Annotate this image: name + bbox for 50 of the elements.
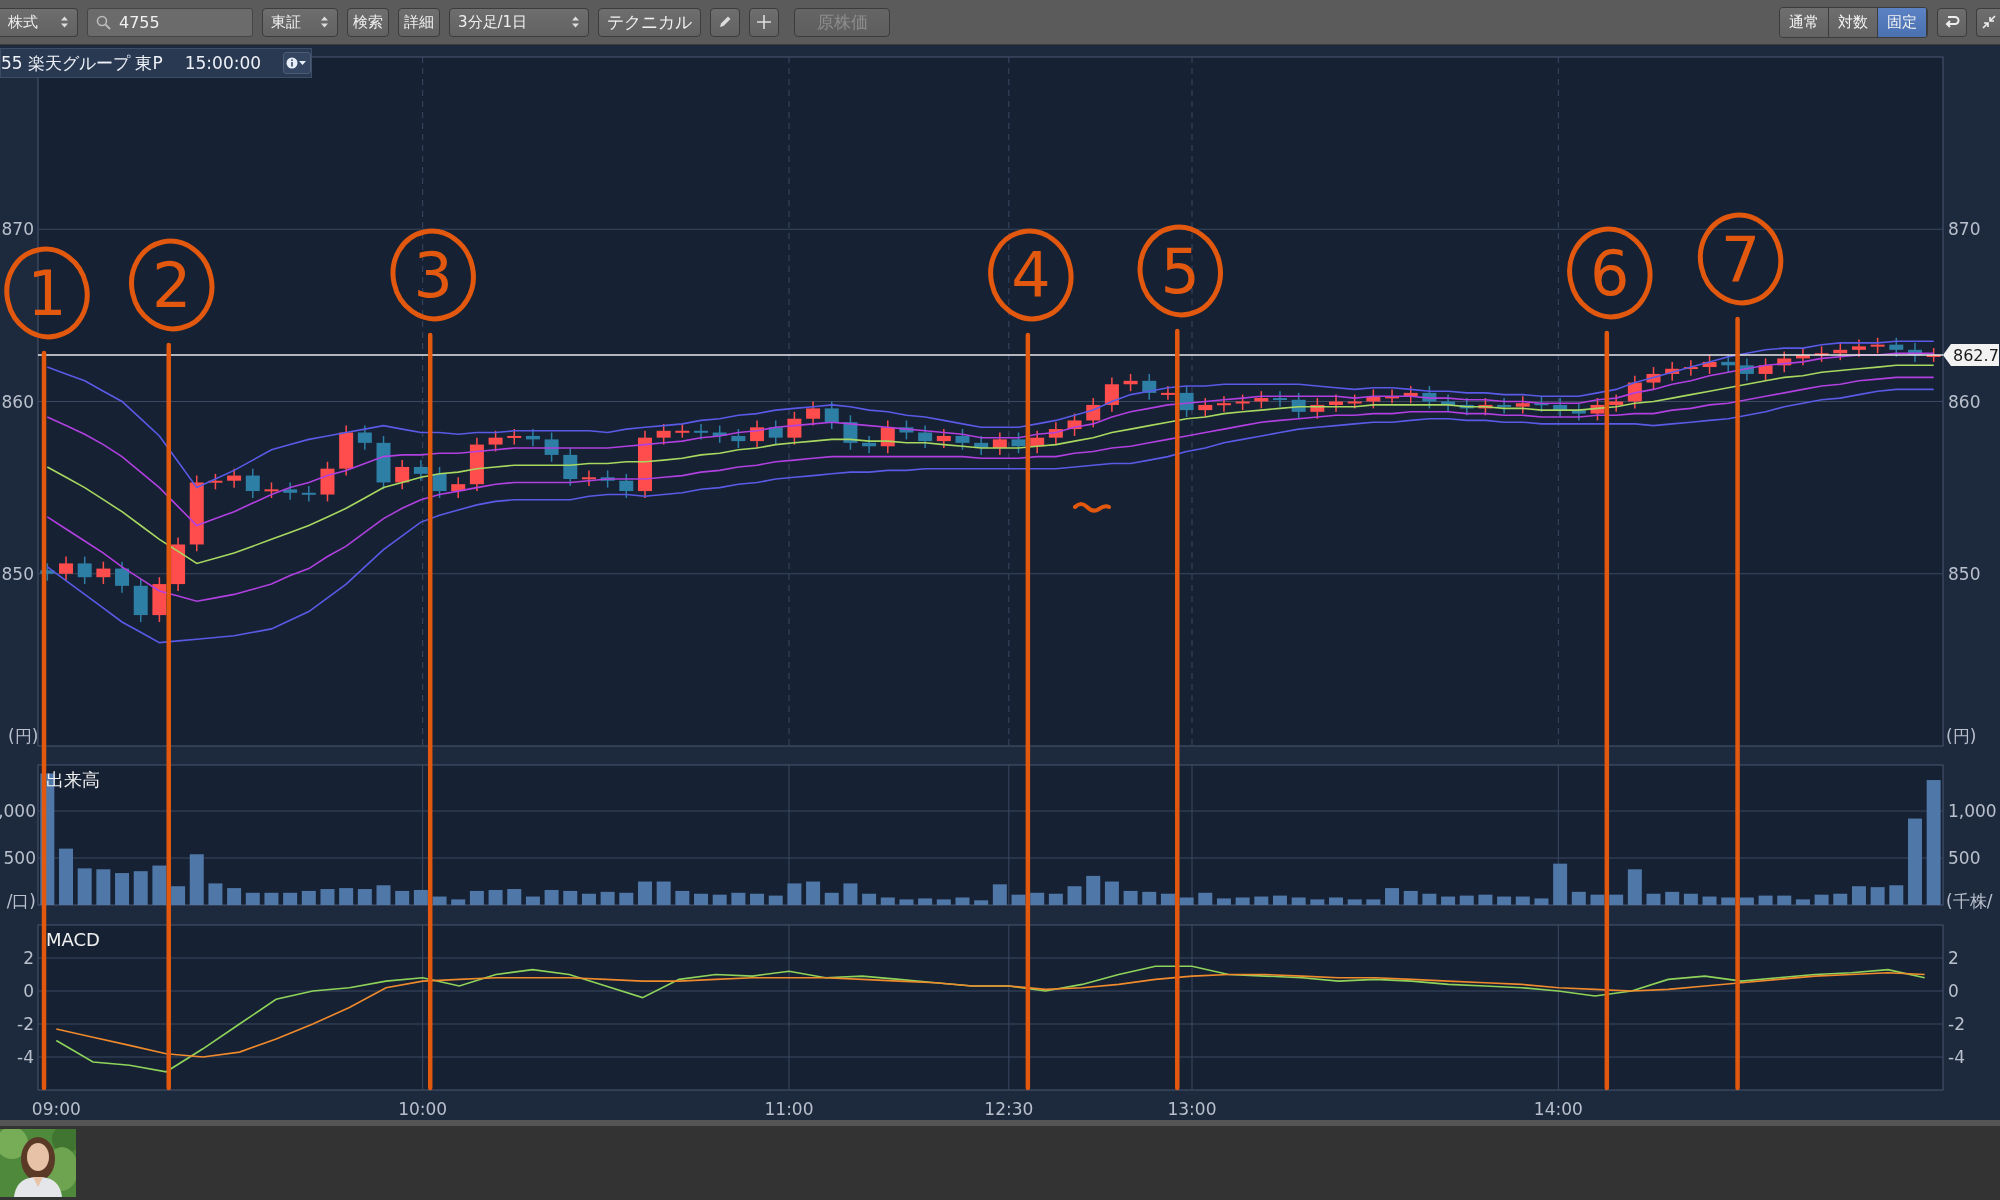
unit-label: (円) [1946, 726, 1977, 746]
technical-button[interactable]: テクニカル [598, 7, 701, 37]
time-text: 15:00:00 [184, 53, 262, 73]
axis-label: 870 [1, 219, 34, 240]
axis-label: -4 [1948, 1047, 1965, 1067]
axis-label: 500 [3, 848, 36, 868]
circled-number: 7 [1697, 212, 1784, 306]
circled-number: 2 [129, 238, 215, 332]
scale-mode-tab[interactable]: 固定 [1878, 7, 1927, 37]
interval-select[interactable]: 3分足/1日 [449, 7, 589, 37]
axis-label: 850 [1, 563, 34, 584]
axis-label: 2 [23, 948, 34, 968]
axis-label: ,000 [0, 801, 36, 822]
axis-label: 850 [1948, 563, 1981, 584]
time-label: 12:30 [984, 1099, 1034, 1119]
time-label: 10:00 [398, 1099, 448, 1119]
circled-number: 1 [4, 246, 90, 340]
scale-mode-tab[interactable]: 対数 [1829, 7, 1878, 37]
symbol-name: 55 楽天グループ 東P [1, 51, 163, 75]
axis-label: -2 [17, 1014, 34, 1034]
exchange-select[interactable]: 東証 [262, 7, 338, 37]
axis-label: 870 [1948, 219, 1981, 240]
axis-label: 2 [1948, 948, 1959, 968]
circled-number: 5 [1137, 224, 1223, 318]
chart-title: 出来高 [46, 769, 100, 790]
scale-mode-tab[interactable]: 通常 [1780, 7, 1829, 37]
search-field[interactable]: 4755 [87, 7, 253, 37]
unit-label: /口) [6, 891, 36, 911]
toolbar-button[interactable]: 詳細 [398, 7, 440, 37]
axis-label: 860 [1, 391, 34, 412]
time-label: 11:00 [764, 1099, 814, 1119]
time-label: 09:00 [31, 1099, 81, 1119]
axis-label: 860 [1948, 391, 1981, 412]
toolbar-button[interactable]: 検索 [347, 7, 389, 37]
chart-title: MACD [46, 929, 100, 950]
unit-label: (千株/ [1946, 891, 1993, 911]
market-select[interactable]: 株式 [0, 7, 78, 37]
last-price-tag: 862.7 [1943, 344, 1999, 366]
axis-label: 0 [1948, 981, 1959, 1001]
time-label: 13:00 [1167, 1099, 1217, 1119]
axis-label: 1,000 [1948, 801, 1997, 822]
axis-label: 500 [1948, 848, 1981, 868]
axis-label: -2 [1948, 1014, 1965, 1034]
circled-number: 6 [1567, 226, 1653, 320]
circled-number: 4 [988, 228, 1074, 322]
axis-label: 0 [23, 981, 34, 1001]
time-label: 14:00 [1533, 1099, 1583, 1119]
axis-label: -4 [17, 1047, 34, 1067]
unit-label: (円) [8, 726, 39, 746]
circled-number: 3 [390, 228, 476, 322]
